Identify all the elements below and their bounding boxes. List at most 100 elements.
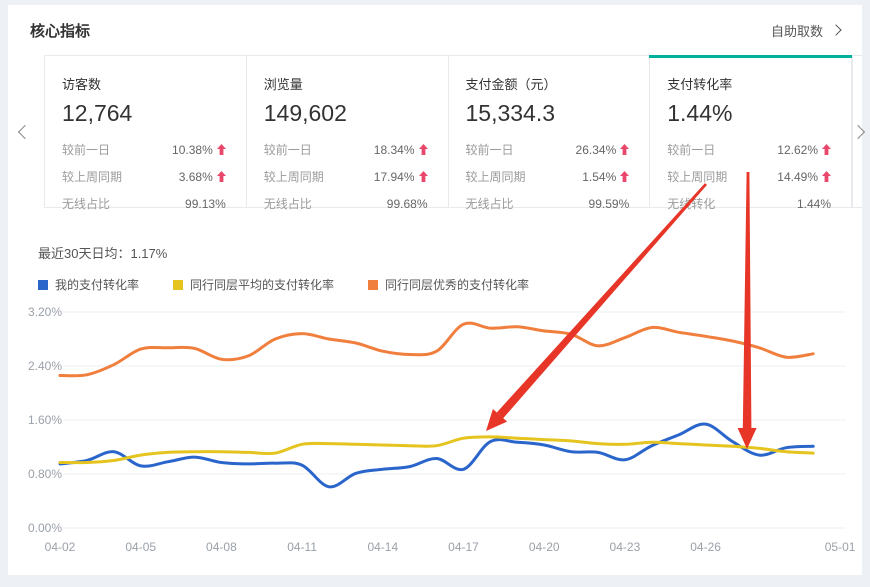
chart-summary: 最近30天日均：1.17%: [38, 243, 838, 262]
metric-row: 较上周同期 1.54%: [466, 163, 630, 190]
metric-row-label: 较前一日: [264, 141, 312, 158]
carousel-prev-button[interactable]: [16, 123, 34, 141]
x-axis-tick-label: 05-01: [825, 540, 856, 554]
metric-row-value: 1.44%: [797, 197, 831, 211]
metric-row: 无线占比 99.59%: [466, 190, 630, 217]
metric-row-label: 无线转化: [667, 195, 715, 212]
metric-row: 较上周同期 17.94%: [264, 163, 428, 190]
metric-row-label: 无线占比: [466, 195, 514, 212]
metric-row-number: 99.59%: [589, 197, 630, 211]
metric-row-value: 99.59%: [589, 197, 630, 211]
metric-card-visitors[interactable]: 访客数 12,764 较前一日 10.38% 较上周同期 3.68% 无线占比 …: [45, 56, 247, 207]
metric-row-label: 较上周同期: [667, 168, 727, 185]
metric-row: 较上周同期 3.68%: [62, 163, 226, 190]
metric-row: 较前一日 10.38%: [62, 136, 226, 163]
self-service-data-link[interactable]: 自助取数: [771, 21, 840, 40]
metric-row-value: 3.68%: [179, 170, 226, 184]
x-axis-tick-label: 04-14: [367, 540, 398, 554]
chevron-left-icon: [18, 124, 32, 138]
metric-row-number: 17.94%: [374, 170, 415, 184]
metric-row-number: 1.54%: [582, 170, 616, 184]
metric-row-value: 18.34%: [374, 143, 428, 157]
metric-row-label: 较前一日: [62, 141, 110, 158]
y-axis-tick-label: 1.60%: [28, 413, 62, 427]
up-arrow-icon: [217, 144, 226, 155]
carousel-next-button[interactable]: [849, 123, 867, 141]
up-arrow-icon: [620, 144, 629, 155]
panel-header: 核心指标 自助取数: [8, 5, 862, 55]
metric-row-number: 12.62%: [777, 143, 818, 157]
trend-line-2: [60, 323, 813, 376]
metric-row: 无线占比 99.13%: [62, 190, 226, 217]
metric-row: 较前一日 12.62%: [667, 136, 831, 163]
metric-row-label: 较前一日: [667, 141, 715, 158]
page-title: 核心指标: [30, 20, 90, 41]
metric-card-title: 访客数: [62, 74, 226, 93]
legend-label: 我的支付转化率: [55, 276, 139, 293]
legend-item-peer-average[interactable]: 同行同层平均的支付转化率: [173, 276, 334, 293]
metric-row-number: 10.38%: [172, 143, 213, 157]
metric-card-title: 浏览量: [264, 74, 428, 93]
x-axis-tick-label: 04-05: [125, 540, 156, 554]
metric-card-pageviews[interactable]: 浏览量 149,602 较前一日 18.34% 较上周同期 17.94% 无线占…: [247, 56, 449, 207]
x-axis-tick-label: 04-26: [690, 540, 721, 554]
up-arrow-icon: [620, 171, 629, 182]
metric-row-value: 14.49%: [777, 170, 831, 184]
trend-line-1: [60, 437, 813, 463]
metric-row-number: 99.68%: [387, 197, 428, 211]
legend-label: 同行同层平均的支付转化率: [190, 276, 334, 293]
metric-card-title: 支付转化率: [667, 74, 831, 93]
metric-row-number: 3.68%: [179, 170, 213, 184]
metric-cards-row: 访客数 12,764 较前一日 10.38% 较上周同期 3.68% 无线占比 …: [44, 55, 852, 208]
x-axis-tick-label: 04-02: [45, 540, 76, 554]
x-axis-tick-label: 04-08: [206, 540, 237, 554]
metric-row-number: 14.49%: [777, 170, 818, 184]
metric-row-number: 99.13%: [185, 197, 226, 211]
metric-row-number: 18.34%: [374, 143, 415, 157]
chevron-right-icon: [851, 124, 865, 138]
metric-row-label: 较上周同期: [466, 168, 526, 185]
up-arrow-icon: [822, 144, 831, 155]
legend-swatch-icon: [173, 280, 183, 290]
metric-card-payment-amount[interactable]: 支付金额（元） 15,334.3 较前一日 26.34% 较上周同期 1.54%…: [449, 56, 651, 207]
legend-label: 同行同层优秀的支付转化率: [385, 276, 529, 293]
core-metrics-panel: 核心指标 自助取数 访客数 12,764 较前一日 10.38% 较上周同期 3…: [8, 5, 862, 575]
legend-item-peer-excellent[interactable]: 同行同层优秀的支付转化率: [368, 276, 529, 293]
metric-cards-carousel: 访客数 12,764 较前一日 10.38% 较上周同期 3.68% 无线占比 …: [8, 55, 862, 208]
x-axis-tick-label: 04-20: [529, 540, 560, 554]
legend-swatch-icon: [368, 280, 378, 290]
chevron-right-icon: [830, 24, 841, 35]
metric-row-value: 99.13%: [185, 197, 226, 211]
metric-row-value: 26.34%: [576, 143, 630, 157]
metric-row-label: 较上周同期: [264, 168, 324, 185]
y-axis-tick-label: 3.20%: [28, 305, 62, 319]
up-arrow-icon: [419, 171, 428, 182]
chart-legend: 我的支付转化率 同行同层平均的支付转化率 同行同层优秀的支付转化率: [38, 276, 838, 293]
metric-card-value: 12,764: [62, 100, 226, 127]
legend-swatch-icon: [38, 280, 48, 290]
trend-line-0: [60, 424, 813, 487]
metric-row-number: 26.34%: [576, 143, 617, 157]
self-service-data-label: 自助取数: [771, 21, 823, 40]
x-axis-tick-label: 04-11: [287, 540, 317, 554]
x-axis-tick-label: 04-17: [448, 540, 479, 554]
metric-row-label: 无线占比: [62, 195, 110, 212]
metric-row-label: 较前一日: [466, 141, 514, 158]
metric-card-value: 1.44%: [667, 100, 831, 127]
metric-row: 较前一日 18.34%: [264, 136, 428, 163]
metric-card-conversion-rate[interactable]: 支付转化率 1.44% 较前一日 12.62% 较上周同期 14.49% 无线转…: [650, 56, 851, 207]
metric-row-value: 12.62%: [777, 143, 831, 157]
y-axis-tick-label: 0.00%: [28, 521, 62, 535]
legend-item-my-conversion[interactable]: 我的支付转化率: [38, 276, 139, 293]
metric-row-label: 无线占比: [264, 195, 312, 212]
metric-row-label: 较上周同期: [62, 168, 122, 185]
metric-card-value: 15,334.3: [466, 100, 630, 127]
metric-row: 无线转化 1.44%: [667, 190, 831, 217]
y-axis-tick-label: 2.40%: [28, 359, 62, 373]
metric-row-value: 1.54%: [582, 170, 629, 184]
up-arrow-icon: [822, 171, 831, 182]
up-arrow-icon: [419, 144, 428, 155]
metric-row: 较上周同期 14.49%: [667, 163, 831, 190]
x-axis-tick-label: 04-23: [610, 540, 641, 554]
up-arrow-icon: [217, 171, 226, 182]
